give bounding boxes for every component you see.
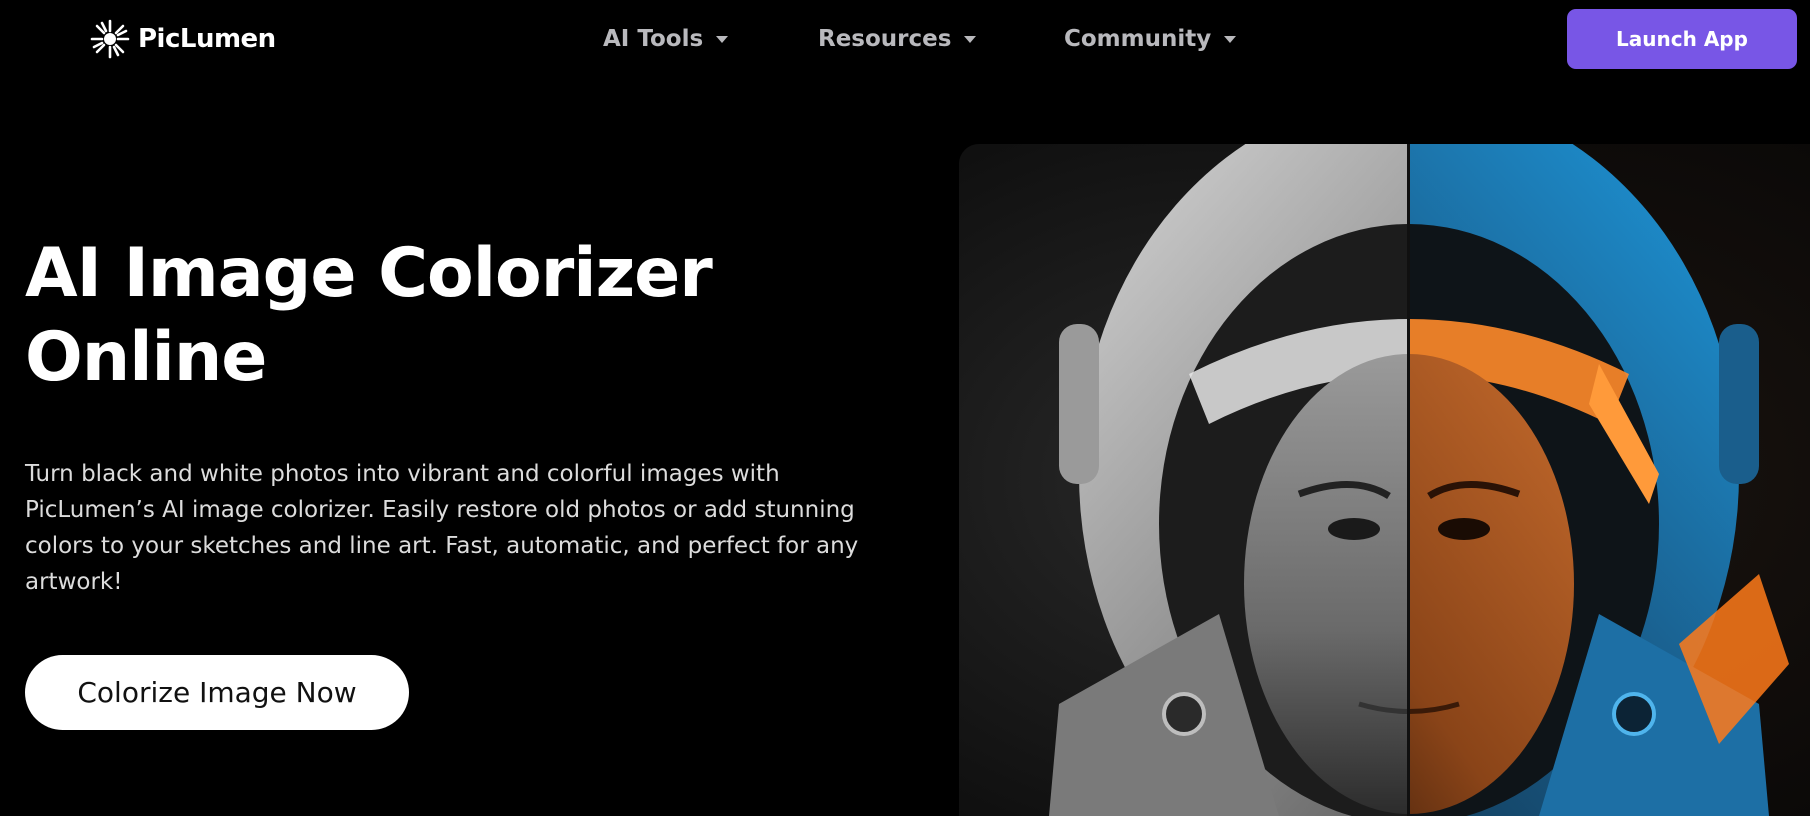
sunburst-icon — [90, 19, 130, 59]
nav-item-label: Community — [1064, 26, 1212, 52]
nav-item-ai-tools[interactable]: AI Tools — [603, 20, 733, 58]
chevron-down-icon — [1219, 28, 1241, 50]
hero-description-line: PicLumen’s AI image colorizer. Easily re… — [25, 497, 855, 523]
brand-logo[interactable]: PicLumen — [90, 18, 276, 60]
nav-item-resources[interactable]: Resources — [818, 20, 981, 58]
hero-description: Turn black and white photos into vibrant… — [25, 456, 925, 600]
page-title: AI Image Colorizer Online — [25, 232, 905, 400]
page-title-line: Online — [25, 318, 267, 397]
chevron-down-icon — [959, 28, 981, 50]
nav-item-label: Resources — [818, 26, 952, 52]
nav-item-community[interactable]: Community — [1064, 20, 1241, 58]
page: PicLumen AI Tools Resources Community La… — [0, 0, 1810, 816]
comparison-divider-handle[interactable] — [1407, 144, 1410, 816]
hero-description-line: Turn black and white photos into vibrant… — [25, 461, 780, 487]
page-title-line: AI Image Colorizer — [25, 234, 713, 313]
chevron-down-icon — [711, 28, 733, 50]
hero-description-line: artwork! — [25, 569, 123, 595]
launch-app-button[interactable]: Launch App — [1567, 9, 1797, 69]
top-navigation-bar: PicLumen AI Tools Resources Community La… — [0, 0, 1810, 78]
before-after-comparison-image[interactable] — [959, 144, 1810, 816]
brand-name: PicLumen — [138, 24, 276, 54]
nav-item-label: AI Tools — [603, 26, 704, 52]
colorize-image-now-button[interactable]: Colorize Image Now — [25, 655, 409, 730]
hero-description-line: colors to your sketches and line art. Fa… — [25, 533, 859, 559]
